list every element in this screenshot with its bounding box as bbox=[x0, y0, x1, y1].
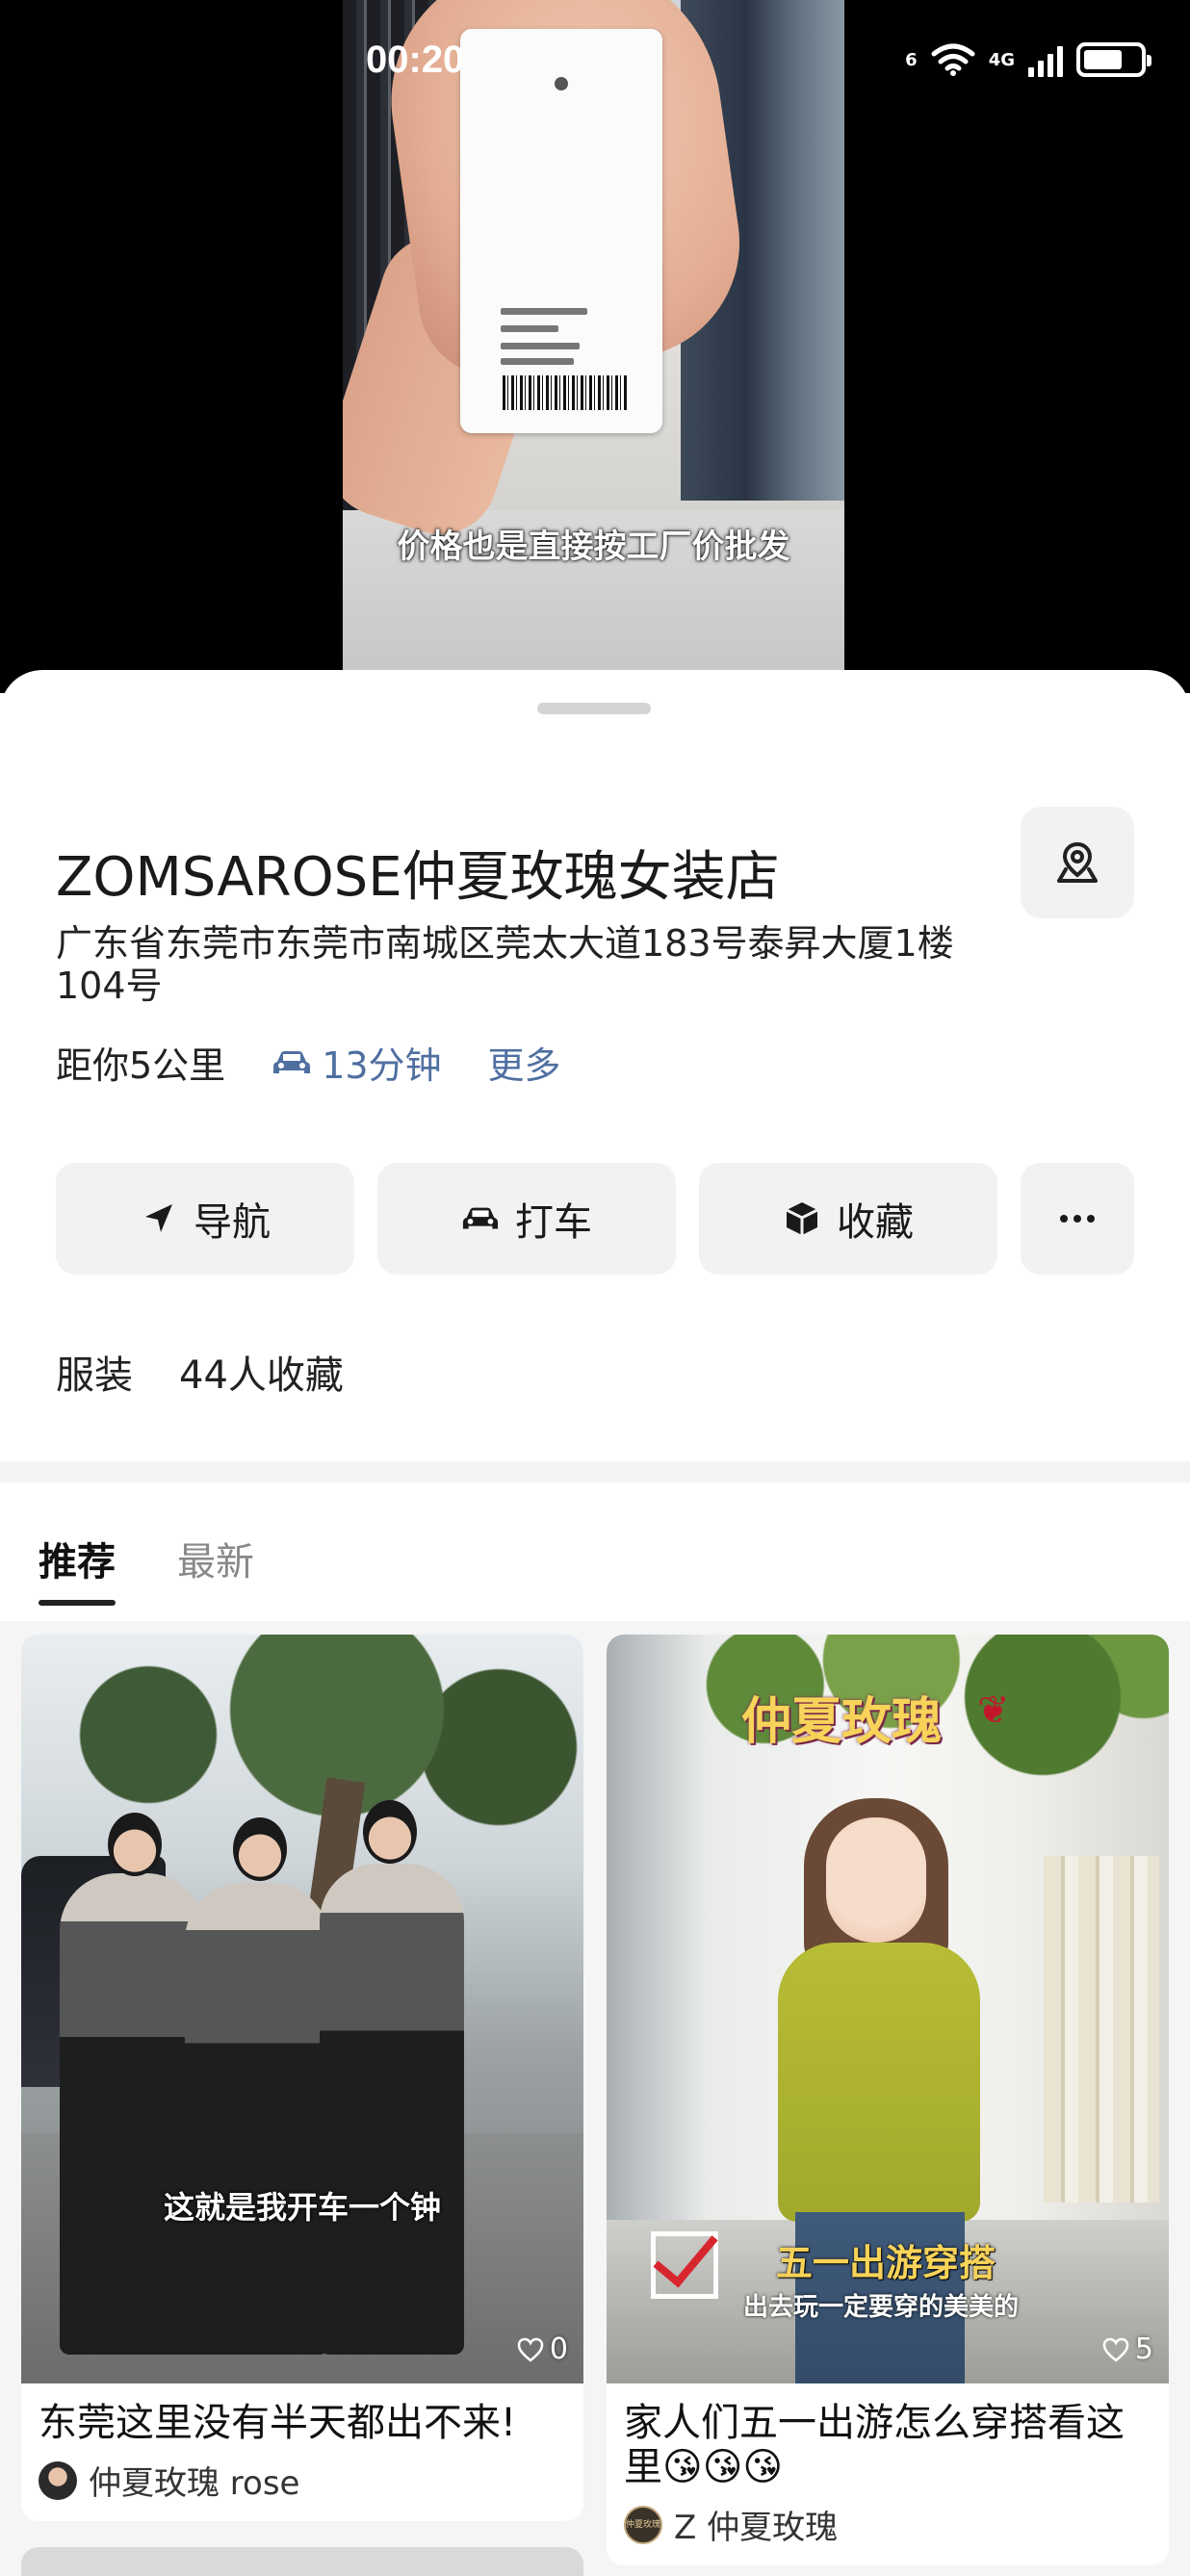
tag-text-line bbox=[501, 343, 580, 349]
place-detail-sheet: ZOMSAROSE仲夏玫瑰女装店 广东省东莞市东莞市南城区莞太大道183号泰昇大… bbox=[0, 670, 1190, 2576]
clothing-rack-image bbox=[1044, 1856, 1159, 2202]
like-count-text: 0 bbox=[549, 2332, 568, 2366]
cover-subcaption: 出去玩一定要穿的美美的 bbox=[743, 2293, 1020, 2322]
video-frame[interactable]: 价格也是直接按工厂价批发 bbox=[343, 0, 844, 674]
heart-icon bbox=[1102, 2337, 1129, 2362]
action-bar: 导航 打车 收藏 bbox=[56, 1163, 1134, 1275]
wifi-icon bbox=[931, 43, 975, 76]
wifi-badge: 6 bbox=[905, 49, 918, 70]
tag-text-line bbox=[501, 358, 574, 365]
tag-text-line bbox=[501, 308, 587, 315]
person-head bbox=[233, 1817, 287, 1881]
shop-name: ZOMSAROSE仲夏玫瑰女装店 bbox=[56, 846, 780, 909]
author-name: Z 仲夏玫瑰 bbox=[674, 2509, 839, 2547]
taxi-label: 打车 bbox=[515, 1200, 592, 1245]
model-face bbox=[826, 1817, 926, 1943]
post-author[interactable]: 仲夏玫瑰 rose bbox=[21, 2445, 583, 2521]
cover-brand-text: 仲夏玫瑰 bbox=[741, 1693, 943, 1751]
like-count[interactable]: 5 bbox=[1102, 2332, 1153, 2366]
category-tag: 服装 bbox=[56, 1353, 133, 1398]
status-icons: 6 4G bbox=[905, 42, 1151, 77]
cover-caption: 这就是我开车一个钟 bbox=[163, 2189, 441, 2226]
author-name: 仲夏玫瑰 rose bbox=[89, 2464, 300, 2503]
cube-icon bbox=[783, 1199, 821, 1238]
price-tag-image bbox=[460, 29, 662, 433]
next-post-card-peek[interactable] bbox=[21, 2547, 583, 2576]
tag-text-line bbox=[501, 325, 558, 332]
tab-recommended[interactable]: 推荐 bbox=[39, 1531, 116, 1606]
shop-tags-row: 服装 44人收藏 bbox=[56, 1344, 344, 1400]
shop-address: 广东省东莞市东莞市南城区莞太大道183号泰昇大厦1楼104号 bbox=[56, 922, 954, 1007]
favorites-count: 44人收藏 bbox=[179, 1353, 344, 1398]
more-options-button[interactable] bbox=[1021, 1163, 1134, 1275]
battery-icon bbox=[1076, 42, 1151, 77]
cover-caption: 五一出游穿搭 bbox=[776, 2242, 996, 2284]
person-image bbox=[320, 1864, 464, 2355]
post-title[interactable]: 东莞这里没有半天都出不来! bbox=[21, 2383, 583, 2445]
person-image bbox=[60, 1873, 204, 2355]
collect-label: 收藏 bbox=[837, 1200, 914, 1245]
post-card[interactable]: 仲夏玫瑰 ❦ 五一出游穿搭 出去玩一定要穿的美美的 5 家人们五一出游怎么穿搭看… bbox=[607, 1635, 1169, 2565]
distance-text: 距你5公里 bbox=[56, 1044, 226, 1087]
distance-row: 距你5公里 13分钟 更多 bbox=[56, 1036, 561, 1089]
content-tabs: 推荐 最新 bbox=[39, 1531, 254, 1606]
network-type: 4G bbox=[988, 49, 1015, 70]
heart-icon bbox=[517, 2337, 544, 2362]
video-subtitle: 价格也是直接按工厂价批发 bbox=[397, 528, 790, 566]
post-title[interactable]: 家人们五一出游怎么穿搭看这里😘😘😘 bbox=[607, 2383, 1169, 2489]
navigation-arrow-icon bbox=[140, 1199, 178, 1238]
more-dots-icon bbox=[1060, 1215, 1095, 1223]
barcode-image bbox=[503, 375, 628, 410]
taxi-icon bbox=[461, 1199, 500, 1238]
map-location-button[interactable] bbox=[1021, 807, 1134, 918]
like-count[interactable]: 0 bbox=[517, 2332, 568, 2366]
avatar bbox=[39, 2460, 77, 2500]
model-top bbox=[778, 1943, 980, 2222]
section-divider bbox=[0, 1461, 1190, 1482]
avatar: 仲夏玫瑰 bbox=[624, 2505, 662, 2544]
post-author[interactable]: 仲夏玫瑰 Z 仲夏玫瑰 bbox=[607, 2489, 1169, 2565]
collect-button[interactable]: 收藏 bbox=[699, 1163, 997, 1275]
checkbox-icon bbox=[651, 2231, 718, 2299]
map-pin-icon bbox=[1057, 841, 1098, 883]
tab-latest[interactable]: 最新 bbox=[177, 1531, 254, 1606]
status-time: 00:20 bbox=[366, 39, 465, 81]
signal-icon bbox=[1028, 42, 1063, 77]
car-icon bbox=[273, 1050, 311, 1073]
drag-handle[interactable] bbox=[537, 703, 651, 714]
video-player[interactable]: 价格也是直接按工厂价批发 00:20 6 4G bbox=[0, 0, 1190, 693]
post-cover-image[interactable]: 仲夏玫瑰 ❦ 五一出游穿搭 出去玩一定要穿的美美的 5 bbox=[607, 1635, 1169, 2383]
post-cover-image[interactable]: 这就是我开车一个钟 0 bbox=[21, 1635, 583, 2383]
person-image bbox=[185, 1883, 329, 2355]
tag-hole bbox=[555, 77, 568, 90]
navigate-button[interactable]: 导航 bbox=[56, 1163, 354, 1275]
drive-time-text: 13分钟 bbox=[322, 1044, 442, 1087]
person-head bbox=[108, 1813, 162, 1876]
rose-icon: ❦ bbox=[977, 1688, 1010, 1733]
navigate-label: 导航 bbox=[194, 1200, 271, 1245]
taxi-button[interactable]: 打车 bbox=[377, 1163, 676, 1275]
drive-time-link[interactable]: 13分钟 bbox=[272, 1036, 442, 1089]
like-count-text: 5 bbox=[1134, 2332, 1153, 2366]
more-link[interactable]: 更多 bbox=[488, 1036, 561, 1089]
person-head bbox=[363, 1800, 417, 1864]
post-card[interactable]: 这就是我开车一个钟 0 东莞这里没有半天都出不来! 仲夏玫瑰 rose bbox=[21, 1635, 583, 2521]
